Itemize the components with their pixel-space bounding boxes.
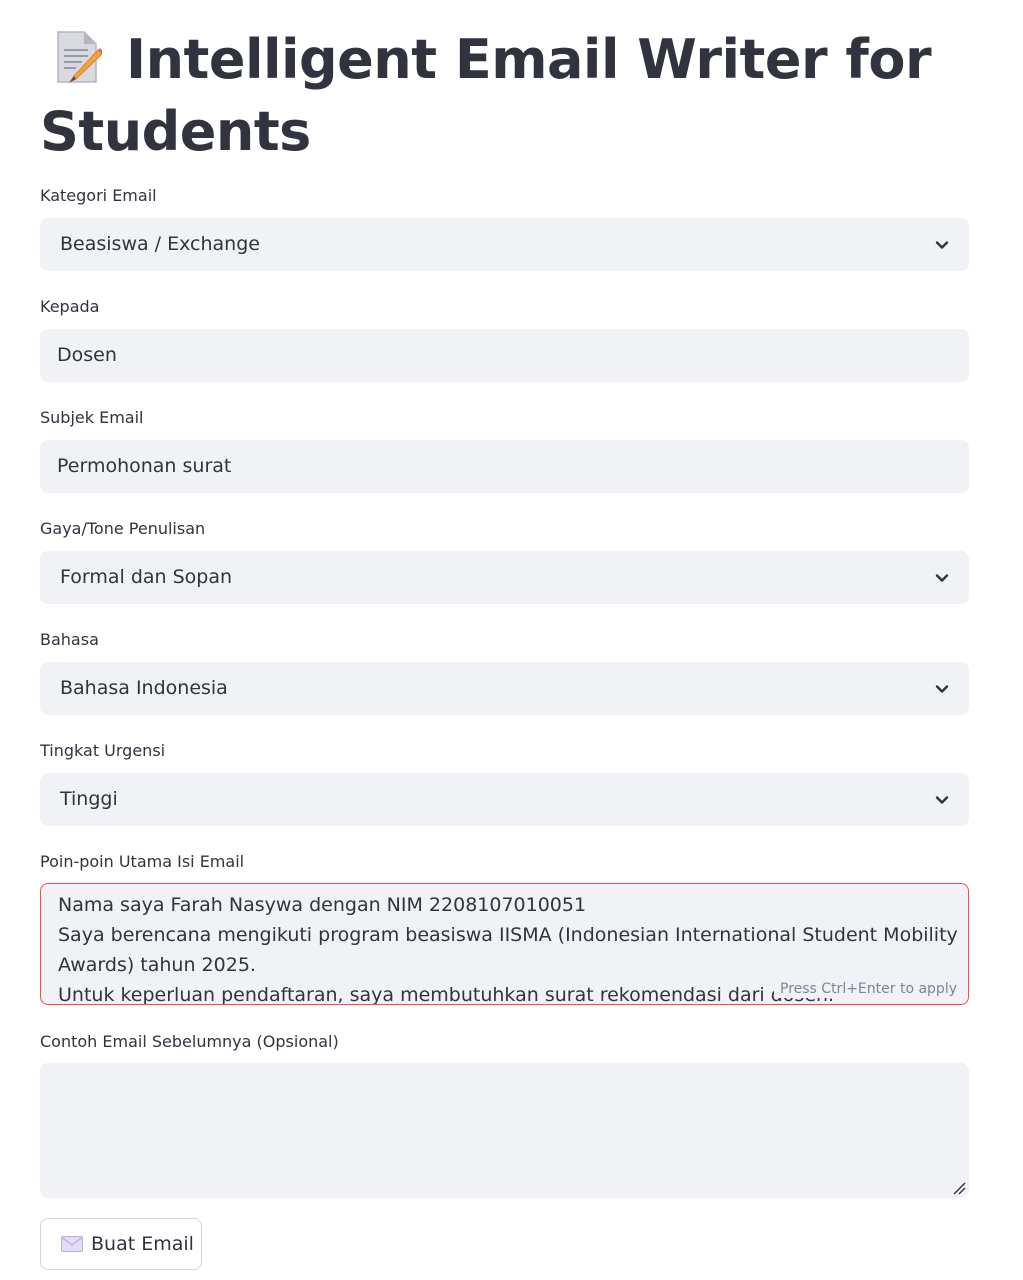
memo-icon <box>52 28 104 86</box>
contoh-label: Contoh Email Sebelumnya (Opsional) <box>40 1032 339 1051</box>
chevron-down-icon <box>935 796 949 804</box>
subjek-value: Permohonan surat <box>57 455 232 477</box>
subjek-input[interactable]: Permohonan surat <box>40 440 969 493</box>
urgensi-value: Tinggi <box>60 788 118 810</box>
buat-email-button[interactable]: Buat Email <box>40 1218 202 1270</box>
tone-select[interactable]: Formal dan Sopan <box>40 551 969 604</box>
apply-hint: Press Ctrl+Enter to apply <box>774 980 957 998</box>
resize-handle-icon[interactable] <box>952 1181 966 1195</box>
poin-line-2: Saya berencana mengikuti program beasisw… <box>58 924 958 946</box>
bahasa-field: Bahasa Bahasa Indonesia <box>40 630 969 715</box>
kategori-label: Kategori Email <box>40 186 157 205</box>
subjek-field: Subjek Email Permohonan surat <box>40 408 969 493</box>
kategori-value: Beasiswa / Exchange <box>60 233 260 255</box>
poin-line-1: Nama saya Farah Nasywa dengan NIM 220810… <box>58 894 587 916</box>
contoh-textarea[interactable] <box>40 1063 969 1198</box>
bahasa-value: Bahasa Indonesia <box>60 677 228 699</box>
chevron-down-icon <box>935 574 949 582</box>
kategori-select[interactable]: Beasiswa / Exchange <box>40 218 969 271</box>
title-line-1: Intelligent Email Writer for <box>126 28 932 91</box>
poin-label: Poin-poin Utama Isi Email <box>40 852 245 871</box>
urgensi-select[interactable]: Tinggi <box>40 773 969 826</box>
bahasa-select[interactable]: Bahasa Indonesia <box>40 662 969 715</box>
kepada-field: Kepada Dosen <box>40 297 969 382</box>
kepada-label: Kepada <box>40 297 100 316</box>
kepada-value: Dosen <box>57 344 117 366</box>
poin-textarea[interactable]: Nama saya Farah Nasywa dengan NIM 220810… <box>40 883 969 1005</box>
page-title: Intelligent Email Writer for Students <box>40 24 969 168</box>
envelope-icon <box>61 1236 83 1252</box>
poin-field: Poin-poin Utama Isi Email Nama saya Fara… <box>40 852 969 1005</box>
buat-email-label: Buat Email <box>91 1233 194 1255</box>
title-line-2: Students <box>40 100 311 163</box>
tone-label: Gaya/Tone Penulisan <box>40 519 206 538</box>
contoh-field: Contoh Email Sebelumnya (Opsional) <box>40 1032 969 1198</box>
urgensi-field: Tingkat Urgensi Tinggi <box>40 741 969 826</box>
tone-field: Gaya/Tone Penulisan Formal dan Sopan <box>40 519 969 604</box>
urgensi-label: Tingkat Urgensi <box>40 741 166 760</box>
chevron-down-icon <box>935 685 949 693</box>
chevron-down-icon <box>935 241 949 249</box>
kepada-input[interactable]: Dosen <box>40 329 969 382</box>
bahasa-label: Bahasa <box>40 630 99 649</box>
subjek-label: Subjek Email <box>40 408 144 427</box>
app-main: Intelligent Email Writer for Students Ka… <box>40 0 969 1270</box>
tone-value: Formal dan Sopan <box>60 566 233 588</box>
kategori-field: Kategori Email Beasiswa / Exchange <box>40 186 969 271</box>
poin-line-3: Awards) tahun 2025. <box>58 954 256 976</box>
